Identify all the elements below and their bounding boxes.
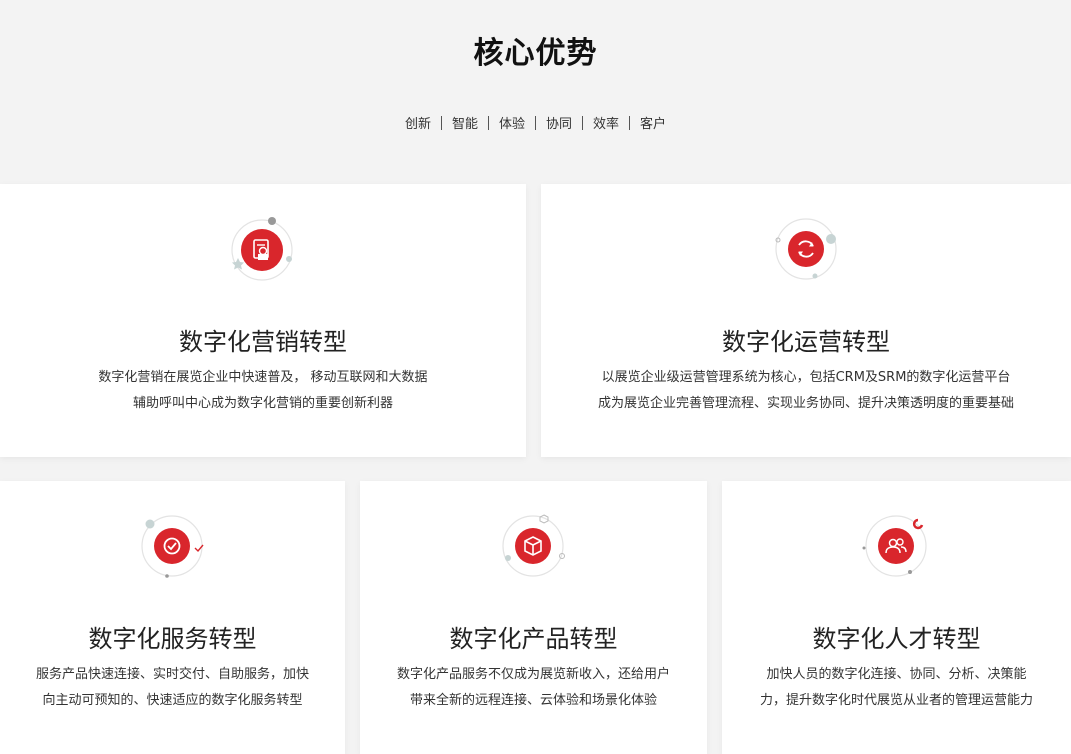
- box-icon: [493, 506, 573, 586]
- card-title: 数字化服务转型: [88, 625, 257, 653]
- card-title: 数字化人才转型: [812, 625, 981, 653]
- description-line: 加快人员的数字化连接、协同、分析、决策能: [766, 667, 1027, 682]
- card-description: 以展览企业级运营管理系统为核心，包括CRM及SRM的数字化运营平台 成为展览企业…: [541, 365, 1071, 417]
- tag-customer: 客户: [640, 117, 667, 132]
- card-operations[interactable]: 数字化运营转型 以展览企业级运营管理系统为核心，包括CRM及SRM的数字化运营平…: [541, 184, 1071, 457]
- description-line: 服务产品快速连接、实时交付、自助服务，加快: [35, 667, 309, 682]
- tag-collaboration: 协同: [546, 117, 573, 132]
- tag-experience: 体验: [498, 117, 525, 132]
- tag-efficiency: 效率: [593, 117, 620, 132]
- description-line: 数字化产品服务不仅成为展览新收入，还给用户: [396, 667, 670, 682]
- card-title: 数字化运营转型: [722, 328, 890, 356]
- card-description: 加快人员的数字化连接、协同、分析、决策能 力，提升数字化时代展览从业者的管理运营…: [722, 662, 1071, 714]
- card-description: 服务产品快速连接、实时交付、自助服务，加快 向主动可预知的、快速适应的数字化服务…: [0, 662, 345, 714]
- description-line: 辅助呼叫中心成为数字化营销的重要创新利器: [132, 396, 393, 411]
- tag-intelligence: 智能: [451, 117, 478, 132]
- card-marketing[interactable]: 数字化营销转型 数字化营销在展览企业中快速普及， 移动互联网和大数据 辅助呼叫中…: [0, 184, 526, 457]
- tag-innovation: 创新: [404, 117, 431, 132]
- card-title: 数字化营销转型: [179, 328, 347, 356]
- description-line: 向主动可预知的、快速适应的数字化服务转型: [42, 693, 303, 708]
- document-icon: [222, 210, 302, 290]
- description-line: 以展览企业级运营管理系统为核心，包括CRM及SRM的数字化运营平台: [601, 370, 1011, 385]
- card-talent[interactable]: 数字化人才转型 加快人员的数字化连接、协同、分析、决策能 力，提升数字化时代展览…: [722, 481, 1071, 754]
- refresh-icon: [766, 209, 846, 289]
- description-line: 数字化营销在展览企业中快速普及， 移动互联网和大数据: [98, 370, 428, 385]
- description-line: 力，提升数字化时代展览从业者的管理运营能力: [759, 693, 1033, 708]
- card-description: 数字化产品服务不仅成为展览新收入，还给用户 带来全新的远程连接、云体验和场景化体…: [360, 662, 707, 714]
- people-icon: [856, 506, 936, 586]
- card-service[interactable]: 数字化服务转型 服务产品快速连接、实时交付、自助服务，加快 向主动可预知的、快速…: [0, 481, 345, 754]
- check-icon: [132, 506, 212, 586]
- tag-list: 创新 智能 体验 协同 效率 客户: [0, 113, 1071, 132]
- description-line: 带来全新的远程连接、云体验和场景化体验: [409, 693, 657, 708]
- card-product[interactable]: 数字化产品转型 数字化产品服务不仅成为展览新收入，还给用户 带来全新的远程连接、…: [360, 481, 707, 754]
- card-title: 数字化产品转型: [449, 625, 618, 653]
- section-title: 核心优势: [473, 36, 598, 71]
- description-line: 成为展览企业完善管理流程、实现业务协同、提升决策透明度的重要基础: [597, 396, 1014, 411]
- card-description: 数字化营销在展览企业中快速普及， 移动互联网和大数据 辅助呼叫中心成为数字化营销…: [0, 365, 526, 417]
